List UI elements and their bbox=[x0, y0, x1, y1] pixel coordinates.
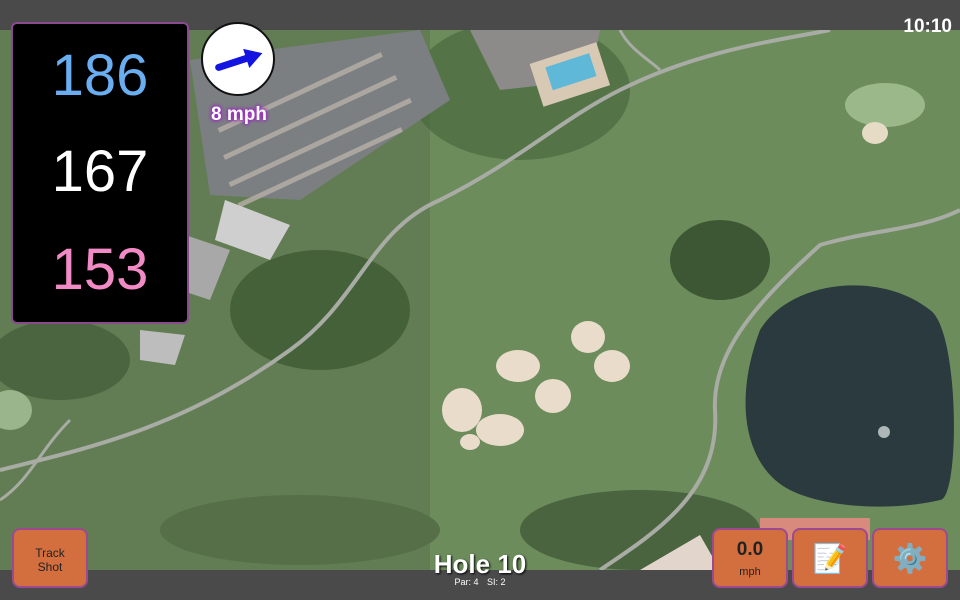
wind-speed-unit: mph bbox=[739, 566, 761, 578]
track-shot-label: Track Shot bbox=[35, 546, 65, 574]
gear-icon: ⚙️ bbox=[892, 543, 928, 574]
distance-panel: 186 167 153 bbox=[11, 22, 189, 324]
track-shot-button[interactable]: Track Shot bbox=[12, 528, 88, 588]
distance-front: 153 bbox=[51, 237, 149, 302]
distance-back: 186 bbox=[51, 43, 149, 108]
wind-speed-label: 8 mph bbox=[211, 104, 267, 125]
wind-speed-value: 0.0 bbox=[736, 539, 764, 560]
hole-info: Par: 4 SI: 2 bbox=[380, 577, 580, 587]
wind-arrow-icon bbox=[215, 48, 263, 71]
notepad-icon: 📝 bbox=[812, 543, 848, 574]
wind-indicator bbox=[201, 22, 275, 96]
hole-si: SI: 2 bbox=[487, 577, 506, 587]
wind-speed-button[interactable]: 0.0 mph bbox=[712, 528, 788, 588]
clock: 10:10 bbox=[903, 16, 952, 37]
hole-title: Hole 10 bbox=[433, 549, 527, 579]
distance-middle: 167 bbox=[51, 139, 149, 204]
notes-button[interactable]: 📝 bbox=[792, 528, 868, 588]
hole-par: Par: 4 bbox=[454, 577, 479, 587]
settings-button[interactable]: ⚙️ bbox=[872, 528, 948, 588]
